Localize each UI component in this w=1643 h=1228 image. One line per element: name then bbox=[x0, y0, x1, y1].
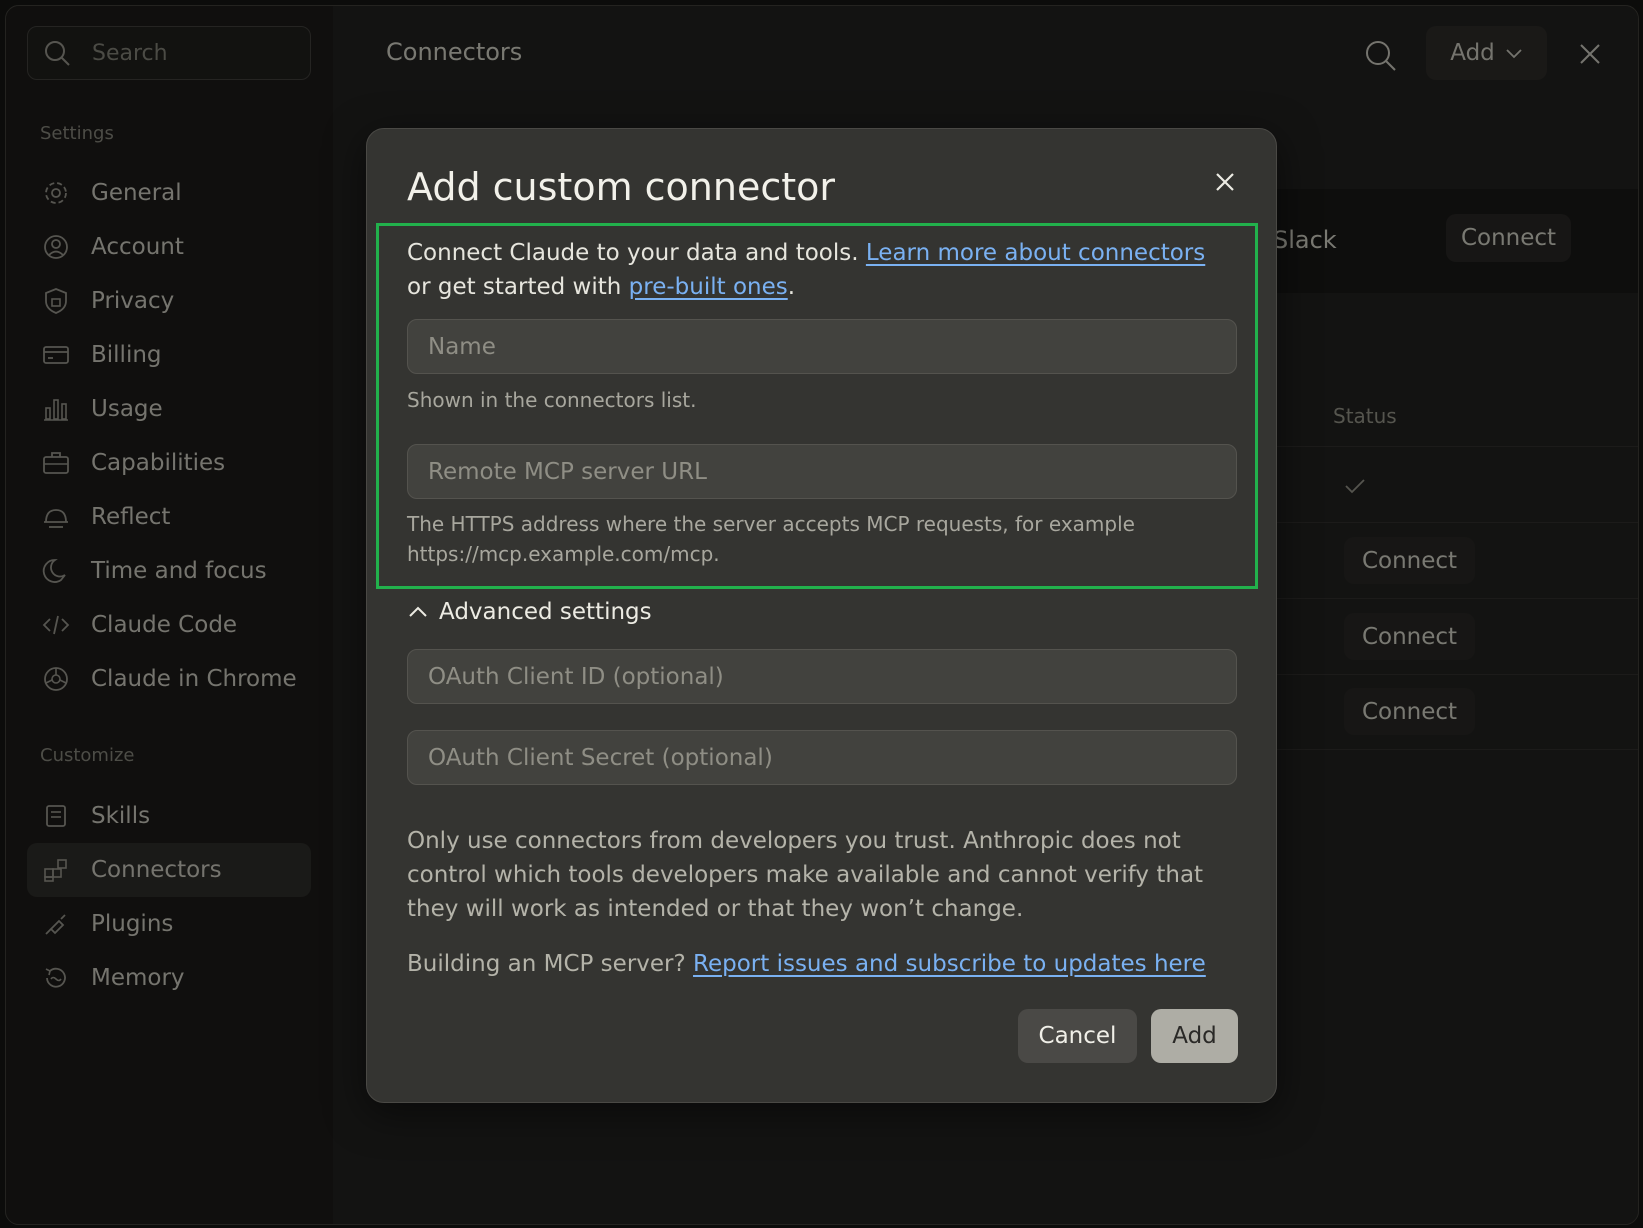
name-hint: Shown in the connectors list. bbox=[407, 388, 697, 412]
intro-text: Connect Claude to your data and tools. bbox=[407, 240, 866, 266]
chevron-up-icon bbox=[409, 606, 427, 617]
url-placeholder: Remote MCP server URL bbox=[428, 458, 707, 485]
advanced-settings-toggle[interactable]: Advanced settings bbox=[407, 599, 652, 625]
name-placeholder: Name bbox=[428, 333, 496, 360]
add-custom-connector-dialog: Add custom connector Connect Claude to y… bbox=[366, 128, 1277, 1103]
oauth-client-secret-input[interactable]: OAuth Client Secret (optional) bbox=[407, 730, 1237, 785]
close-icon[interactable] bbox=[1210, 167, 1240, 197]
cancel-button[interactable]: Cancel bbox=[1018, 1009, 1137, 1063]
name-input[interactable]: Name bbox=[407, 319, 1237, 374]
intro-text: or get started with bbox=[407, 274, 629, 300]
url-hint: The HTTPS address where the server accep… bbox=[407, 512, 1135, 566]
dialog-title: Add custom connector bbox=[407, 165, 836, 209]
add-button[interactable]: Add bbox=[1151, 1009, 1238, 1063]
cancel-label: Cancel bbox=[1038, 1023, 1117, 1049]
intro-text: . bbox=[787, 274, 796, 300]
dialog-intro: Connect Claude to your data and tools. L… bbox=[407, 236, 1227, 304]
server-url-input[interactable]: Remote MCP server URL bbox=[407, 444, 1237, 499]
report-issues-link[interactable]: Report issues and subscribe to updates h… bbox=[693, 951, 1206, 977]
pre-built-link[interactable]: pre-built ones bbox=[629, 274, 788, 300]
advanced-settings-label: Advanced settings bbox=[439, 599, 652, 625]
learn-more-link[interactable]: Learn more about connectors bbox=[866, 240, 1205, 266]
build-prefix: Building an MCP server? bbox=[407, 951, 694, 977]
build-mcp-text: Building an MCP server? Report issues an… bbox=[407, 947, 1206, 981]
trust-notice: Only use connectors from developers you … bbox=[407, 828, 1204, 922]
oauth-client-id-input[interactable]: OAuth Client ID (optional) bbox=[407, 649, 1237, 704]
client-id-placeholder: OAuth Client ID (optional) bbox=[428, 663, 724, 690]
client-secret-placeholder: OAuth Client Secret (optional) bbox=[428, 744, 773, 771]
add-label: Add bbox=[1172, 1023, 1217, 1049]
